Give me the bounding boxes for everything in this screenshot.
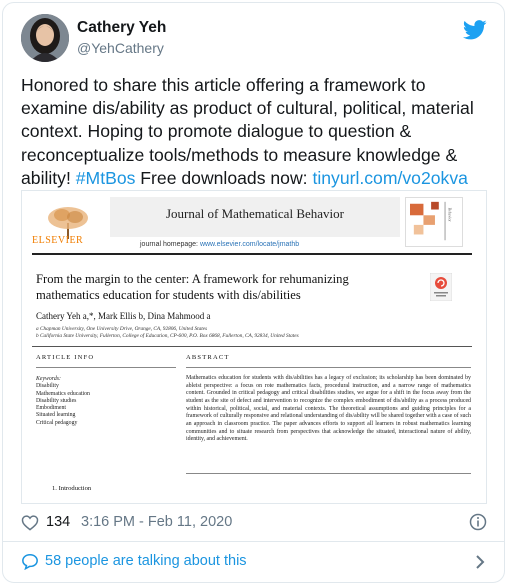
speech-bubble-icon bbox=[22, 554, 38, 570]
display-name[interactable]: Cathery Yeh bbox=[77, 19, 166, 37]
info-icon[interactable] bbox=[469, 513, 487, 531]
article-info-heading: ARTICLE INFO bbox=[36, 354, 95, 361]
keyword-item: Disability studies bbox=[36, 397, 77, 404]
homepage-label: journal homepage: bbox=[140, 241, 200, 248]
hashtag-link[interactable]: #MtBos bbox=[76, 168, 136, 188]
like-count[interactable]: 134 bbox=[46, 514, 70, 530]
article-title: From the margin to the center: A framewo… bbox=[36, 272, 349, 302]
url-link[interactable]: tinyurl.com/vo2okva bbox=[312, 168, 467, 188]
tweet-body-cont: Free downloads now: bbox=[135, 167, 313, 188]
journal-banner: Journal of Mathematical Behavior bbox=[110, 197, 400, 237]
keyword-item: Embodiment bbox=[36, 405, 66, 412]
chevron-right-icon[interactable] bbox=[475, 554, 485, 570]
conversation-link[interactable]: 58 people are talking about this bbox=[21, 552, 487, 572]
author-list: Cathery Yeh a,*, Mark Ellis b, Dina Mahm… bbox=[36, 311, 211, 321]
tweet-meta: 134 3:16 PM - Feb 11, 2020 bbox=[21, 513, 487, 533]
keyword-item: Critical pedagogy bbox=[36, 419, 78, 426]
timestamp[interactable]: 3:16 PM - Feb 11, 2020 bbox=[81, 514, 232, 530]
affiliation-a: a Chapman University, One University Dri… bbox=[36, 326, 208, 332]
heart-icon[interactable] bbox=[21, 514, 39, 531]
introduction-heading: 1. Introduction bbox=[52, 485, 92, 492]
attached-image[interactable]: ELSEVIER Journal of Mathematical Behavio… bbox=[21, 190, 487, 504]
tweet-header: Cathery Yeh @YehCathery bbox=[21, 14, 487, 62]
journal-homepage: journal homepage: www.elsevier.com/locat… bbox=[140, 241, 299, 248]
user-handle[interactable]: @YehCathery bbox=[77, 40, 164, 56]
abstract-heading: ABSTRACT bbox=[186, 354, 230, 361]
info-rule bbox=[36, 367, 176, 368]
header-rule bbox=[32, 253, 472, 255]
twitter-bird-icon[interactable] bbox=[463, 20, 487, 40]
abstract-rule bbox=[186, 367, 471, 368]
affiliation-b: b California State University, Fullerton… bbox=[36, 333, 299, 339]
divider bbox=[2, 541, 505, 542]
journal-title: Journal of Mathematical Behavior bbox=[166, 206, 344, 221]
keywords-heading: Keywords: bbox=[36, 376, 61, 382]
avatar[interactable] bbox=[21, 14, 69, 62]
talking-count[interactable]: 58 people are talking about this bbox=[45, 553, 247, 569]
svg-text:Behavior: Behavior bbox=[447, 208, 451, 223]
homepage-url: www.elsevier.com/locate/jmathb bbox=[199, 241, 300, 248]
keyword-item: Disability bbox=[36, 383, 59, 390]
keyword-item: Situated learning bbox=[36, 412, 76, 419]
abstract-end-rule bbox=[186, 473, 471, 474]
keyword-item: Mathematics education bbox=[36, 390, 90, 397]
abstract-text: Mathematics education for students with … bbox=[186, 375, 471, 443]
keywords-block: Keywords: Disability Mathematics educati… bbox=[36, 376, 90, 427]
tweet-text: Honored to share this article offering a… bbox=[21, 74, 491, 190]
publisher-name: ELSEVIER bbox=[32, 235, 84, 246]
section-rule bbox=[32, 346, 472, 347]
journal-cover: Behavior bbox=[405, 197, 463, 247]
check-for-updates-icon bbox=[430, 273, 452, 301]
